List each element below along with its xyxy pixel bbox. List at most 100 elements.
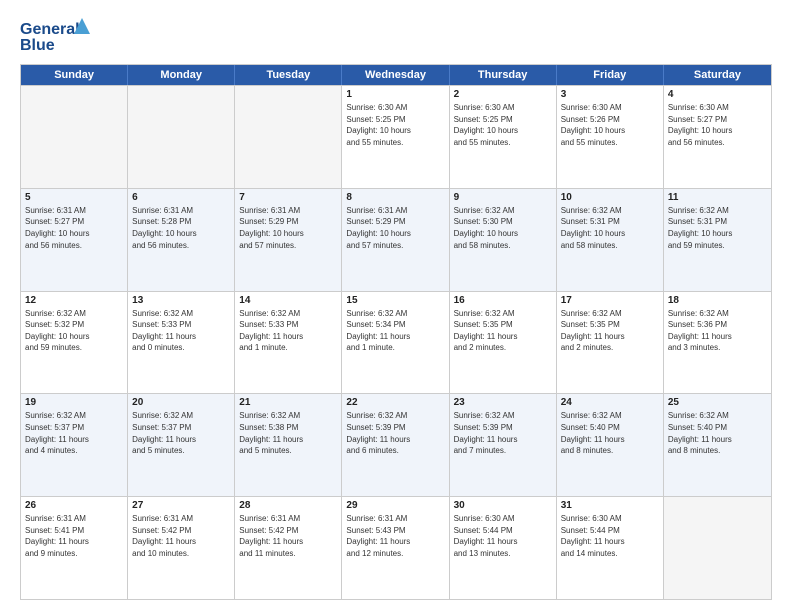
calendar-header: SundayMondayTuesdayWednesdayThursdayFrid…	[21, 65, 771, 85]
cell-info: Sunrise: 6:31 AM Sunset: 5:41 PM Dayligh…	[25, 513, 123, 559]
cell-info: Sunrise: 6:30 AM Sunset: 5:26 PM Dayligh…	[561, 102, 659, 148]
cell-info: Sunrise: 6:30 AM Sunset: 5:44 PM Dayligh…	[454, 513, 552, 559]
calendar-row-1: 1Sunrise: 6:30 AM Sunset: 5:25 PM Daylig…	[21, 85, 771, 188]
day-number: 3	[561, 89, 659, 100]
day-cell-28: 28Sunrise: 6:31 AM Sunset: 5:42 PM Dayli…	[235, 497, 342, 599]
day-cell-3: 3 Sunrise: 6:30 AM Sunset: 5:26 PM Daylig…	[557, 86, 664, 188]
day-number: 20	[132, 397, 230, 408]
cell-info: Sunrise: 6:31 AM Sunset: 5:43 PM Dayligh…	[346, 513, 444, 559]
cell-info: Sunrise: 6:32 AM Sunset: 5:34 PM Dayligh…	[346, 308, 444, 354]
day-number: 26	[25, 500, 123, 511]
day-cell-5: 5 Sunrise: 6:31 AM Sunset: 5:27 PM Daylig…	[21, 189, 128, 291]
day-cell-26: 26 Sunrise: 6:31 AM Sunset: 5:41 PM Dayli…	[21, 497, 128, 599]
header-cell-friday: Friday	[557, 65, 664, 85]
header-cell-thursday: Thursday	[450, 65, 557, 85]
cell-info: Sunrise: 6:32 AM Sunset: 5:38 PM Dayligh…	[239, 410, 337, 456]
header: General Blue	[20, 16, 772, 56]
day-cell-23: 23Sunrise: 6:32 AM Sunset: 5:39 PM Dayli…	[450, 394, 557, 496]
cell-info: Sunrise: 6:31 AM Sunset: 5:29 PM Dayligh…	[239, 205, 337, 251]
day-cell-17: 17 Sunrise: 6:32 AM Sunset: 5:35 PM Dayli…	[557, 292, 664, 394]
calendar-row-4: 19 Sunrise: 6:32 AM Sunset: 5:37 PM Dayli…	[21, 393, 771, 496]
day-number: 5	[25, 192, 123, 203]
day-number: 10	[561, 192, 659, 203]
cell-info: Sunrise: 6:32 AM Sunset: 5:40 PM Dayligh…	[668, 410, 767, 456]
cell-info: Sunrise: 6:32 AM Sunset: 5:31 PM Dayligh…	[561, 205, 659, 251]
day-number: 17	[561, 295, 659, 306]
day-cell-19: 19Sunrise: 6:32 AM Sunset: 5:37 PM Dayli…	[21, 394, 128, 496]
day-number: 19	[25, 397, 123, 408]
day-cell-14: 14 Sunrise: 6:32 AM Sunset: 5:33 PM Dayli…	[235, 292, 342, 394]
day-number: 13	[132, 295, 230, 306]
day-cell-27: 27 Sunrise: 6:31 AM Sunset: 5:42 PM Dayli…	[128, 497, 235, 599]
calendar: SundayMondayTuesdayWednesdayThursdayFrid…	[20, 64, 772, 600]
cell-info: Sunrise: 6:32 AM Sunset: 5:40 PM Dayligh…	[561, 410, 659, 456]
day-number: 24	[561, 397, 659, 408]
cell-info: Sunrise: 6:32 AM Sunset: 5:31 PM Dayligh…	[668, 205, 767, 251]
day-number: 31	[561, 500, 659, 511]
cell-info: Sunrise: 6:32 AM Sunset: 5:33 PM Dayligh…	[239, 308, 337, 354]
day-number: 15	[346, 295, 444, 306]
cell-info: Sunrise: 6:32 AM Sunset: 5:33 PM Dayligh…	[132, 308, 230, 354]
page: General Blue SundayMondayTuesdayWednesda…	[0, 0, 792, 612]
calendar-body: 1Sunrise: 6:30 AM Sunset: 5:25 PM Daylig…	[21, 85, 771, 599]
day-number: 18	[668, 295, 767, 306]
day-cell-11: 11 Sunrise: 6:32 AM Sunset: 5:31 PM Dayli…	[664, 189, 771, 291]
cell-info: Sunrise: 6:31 AM Sunset: 5:42 PM Dayligh…	[239, 513, 337, 559]
day-cell-29: 29 Sunrise: 6:31 AM Sunset: 5:43 PM Dayli…	[342, 497, 449, 599]
day-number: 21	[239, 397, 337, 408]
header-cell-monday: Monday	[128, 65, 235, 85]
day-cell-15: 15 Sunrise: 6:32 AM Sunset: 5:34 PM Dayli…	[342, 292, 449, 394]
cell-info: Sunrise: 6:31 AM Sunset: 5:28 PM Dayligh…	[132, 205, 230, 251]
cell-info: Sunrise: 6:30 AM Sunset: 5:44 PM Dayligh…	[561, 513, 659, 559]
day-number: 27	[132, 500, 230, 511]
day-number: 22	[346, 397, 444, 408]
svg-text:General: General	[20, 21, 80, 38]
day-cell-9: 9 Sunrise: 6:32 AM Sunset: 5:30 PM Daylig…	[450, 189, 557, 291]
cell-info: Sunrise: 6:32 AM Sunset: 5:35 PM Dayligh…	[561, 308, 659, 354]
day-cell-20: 20 Sunrise: 6:32 AM Sunset: 5:37 PM Dayli…	[128, 394, 235, 496]
logo: General Blue	[20, 16, 100, 56]
cell-info: Sunrise: 6:32 AM Sunset: 5:30 PM Dayligh…	[454, 205, 552, 251]
cell-info: Sunrise: 6:30 AM Sunset: 5:25 PM Dayligh…	[346, 102, 444, 148]
day-cell-1: 1Sunrise: 6:30 AM Sunset: 5:25 PM Daylig…	[342, 86, 449, 188]
day-cell-8: 8Sunrise: 6:31 AM Sunset: 5:29 PM Daylig…	[342, 189, 449, 291]
calendar-row-5: 26 Sunrise: 6:31 AM Sunset: 5:41 PM Dayli…	[21, 496, 771, 599]
day-cell-13: 13 Sunrise: 6:32 AM Sunset: 5:33 PM Dayli…	[128, 292, 235, 394]
day-number: 16	[454, 295, 552, 306]
day-cell-12: 12 Sunrise: 6:32 AM Sunset: 5:32 PM Dayli…	[21, 292, 128, 394]
day-number: 12	[25, 295, 123, 306]
cell-info: Sunrise: 6:32 AM Sunset: 5:32 PM Dayligh…	[25, 308, 123, 354]
header-cell-saturday: Saturday	[664, 65, 771, 85]
day-cell-7: 7 Sunrise: 6:31 AM Sunset: 5:29 PM Daylig…	[235, 189, 342, 291]
empty-cell	[128, 86, 235, 188]
cell-info: Sunrise: 6:32 AM Sunset: 5:36 PM Dayligh…	[668, 308, 767, 354]
day-cell-2: 2Sunrise: 6:30 AM Sunset: 5:25 PM Daylig…	[450, 86, 557, 188]
svg-text:Blue: Blue	[20, 37, 55, 54]
day-number: 14	[239, 295, 337, 306]
day-cell-21: 21 Sunrise: 6:32 AM Sunset: 5:38 PM Dayli…	[235, 394, 342, 496]
header-cell-tuesday: Tuesday	[235, 65, 342, 85]
empty-cell	[235, 86, 342, 188]
day-number: 4	[668, 89, 767, 100]
day-cell-24: 24 Sunrise: 6:32 AM Sunset: 5:40 PM Dayli…	[557, 394, 664, 496]
day-number: 29	[346, 500, 444, 511]
cell-info: Sunrise: 6:31 AM Sunset: 5:27 PM Dayligh…	[25, 205, 123, 251]
empty-cell	[664, 497, 771, 599]
day-number: 7	[239, 192, 337, 203]
cell-info: Sunrise: 6:32 AM Sunset: 5:37 PM Dayligh…	[132, 410, 230, 456]
day-cell-16: 16 Sunrise: 6:32 AM Sunset: 5:35 PM Dayli…	[450, 292, 557, 394]
day-number: 8	[346, 192, 444, 203]
day-cell-30: 30Sunrise: 6:30 AM Sunset: 5:44 PM Dayli…	[450, 497, 557, 599]
day-number: 23	[454, 397, 552, 408]
cell-info: Sunrise: 6:32 AM Sunset: 5:35 PM Dayligh…	[454, 308, 552, 354]
cell-info: Sunrise: 6:32 AM Sunset: 5:39 PM Dayligh…	[346, 410, 444, 456]
day-number: 25	[668, 397, 767, 408]
header-cell-sunday: Sunday	[21, 65, 128, 85]
day-number: 9	[454, 192, 552, 203]
empty-cell	[21, 86, 128, 188]
header-cell-wednesday: Wednesday	[342, 65, 449, 85]
cell-info: Sunrise: 6:31 AM Sunset: 5:42 PM Dayligh…	[132, 513, 230, 559]
day-number: 11	[668, 192, 767, 203]
day-cell-18: 18 Sunrise: 6:32 AM Sunset: 5:36 PM Dayli…	[664, 292, 771, 394]
day-cell-6: 6Sunrise: 6:31 AM Sunset: 5:28 PM Daylig…	[128, 189, 235, 291]
